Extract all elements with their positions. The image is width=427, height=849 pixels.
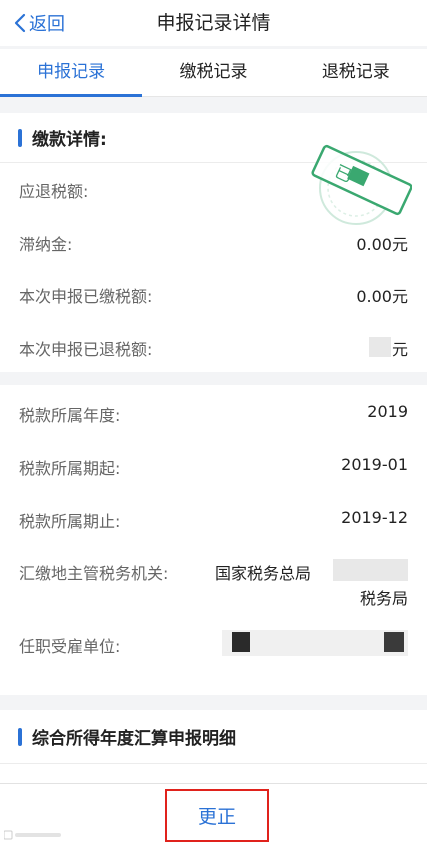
section-accent-bar: [18, 128, 22, 147]
paid-tax-row: 本次申报已缴税额: 0.00元: [0, 268, 427, 320]
tab-payment-records[interactable]: 缴税记录: [142, 49, 284, 96]
redacted-amount: [369, 337, 391, 357]
tax-authority-label: 汇缴地主管税务机关:: [19, 564, 169, 583]
annual-summary-card: 综合所得年度汇算申报明细: [0, 710, 427, 790]
tax-year-row: 税款所属年度: 2019: [0, 387, 427, 439]
annual-section-title: 综合所得年度汇算申报明细: [32, 729, 236, 749]
tab-declaration-records[interactable]: 申报记录: [0, 49, 143, 97]
tax-authority-value-line1: 国家税务总局: [215, 564, 312, 583]
late-fee-value: 0.00元: [356, 235, 408, 254]
nav-bar: 返回 申报记录详情: [0, 0, 427, 46]
period-end-value: 2019-12: [341, 508, 408, 527]
tax-year-label: 税款所属年度:: [19, 406, 121, 425]
refunded-stamp-icon: 已: [311, 144, 412, 225]
refunded-tax-label: 本次申报已退税额:: [19, 340, 153, 359]
paid-tax-label: 本次申报已缴税额:: [19, 287, 153, 306]
payment-section-title: 缴款详情:: [32, 130, 107, 150]
tax-info-card: 税款所属年度: 2019 税款所属期起: 2019-01 税款所属期止: 201…: [0, 385, 427, 695]
refundable-tax-label: 应退税额:: [19, 182, 89, 201]
redacted-block: [232, 632, 250, 652]
tax-authority-row: 汇缴地主管税务机关: 国家税务总局 税务局: [0, 545, 427, 617]
employer-row: 任职受雇单位:: [0, 618, 427, 670]
period-end-row: 税款所属期止: 2019-12: [0, 493, 427, 545]
page-title: 申报记录详情: [156, 12, 271, 34]
period-start-row: 税款所属期起: 2019-01: [0, 440, 427, 492]
employer-label: 任职受雇单位:: [19, 637, 121, 656]
redacted-authority: [333, 559, 408, 581]
paid-tax-value: 0.00元: [356, 287, 408, 306]
annual-section-header[interactable]: 综合所得年度汇算申报明细: [0, 710, 427, 764]
tax-authority-value-line2: 税务局: [359, 589, 408, 608]
tab-bar: 申报记录 缴税记录 退税记录: [0, 49, 427, 97]
period-end-label: 税款所属期止:: [19, 512, 121, 531]
late-fee-label: 滞纳金:: [19, 235, 73, 254]
correct-button[interactable]: 更正: [165, 789, 269, 842]
redacted-block: [384, 632, 404, 652]
refunded-tax-row: 本次申报已退税额: 元: [0, 321, 427, 373]
period-start-value: 2019-01: [341, 455, 408, 474]
section-accent-bar: [18, 727, 22, 746]
period-start-label: 税款所属期起:: [19, 459, 121, 478]
tab-refund-records[interactable]: 退税记录: [285, 49, 427, 96]
watermark-logo-icon: [3, 830, 61, 840]
watermark: [3, 830, 64, 843]
refunded-tax-value: 元: [391, 340, 408, 359]
tax-year-value: 2019: [367, 402, 408, 421]
